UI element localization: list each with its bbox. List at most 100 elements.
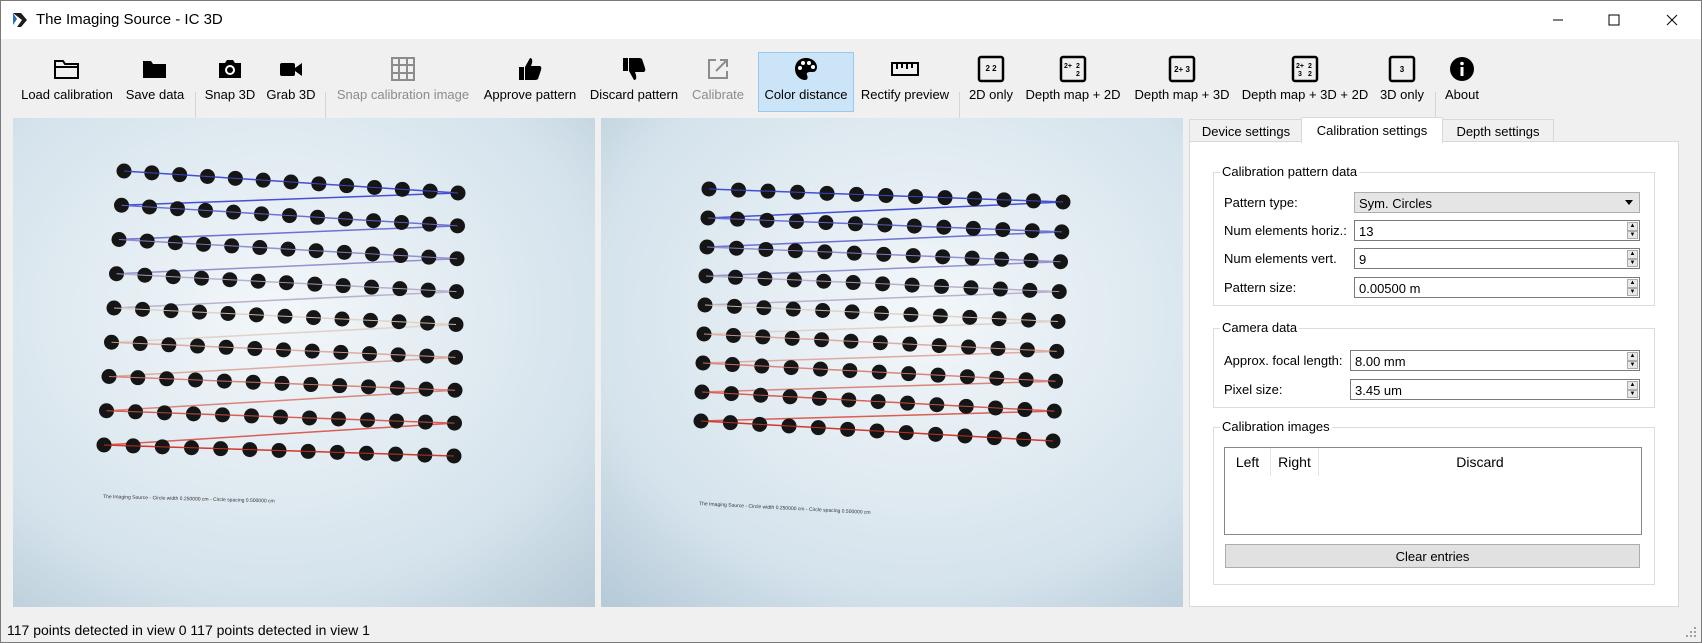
pixel-size-label: Pixel size:	[1224, 382, 1283, 397]
maximize-button[interactable]	[1585, 1, 1643, 39]
discard-pattern-label: Discard pattern	[589, 87, 679, 102]
color-distance-button[interactable]: Color distance	[758, 52, 854, 112]
column-header-left[interactable]: Left	[1225, 448, 1271, 476]
spin-down-icon[interactable]: ▼	[1627, 230, 1638, 239]
spin-down-icon[interactable]: ▼	[1627, 389, 1638, 398]
calibration-pattern-right: The Imaging Source - Circle width 0.2500…	[601, 118, 1183, 607]
save-data-button[interactable]: Save data	[123, 53, 187, 111]
spin-down-icon[interactable]: ▼	[1627, 360, 1638, 369]
column-header-right[interactable]: Right	[1271, 448, 1319, 476]
grab-3d-label: Grab 3D	[266, 87, 316, 102]
vert-elements-input[interactable]: 9 ▲ ▼	[1354, 248, 1640, 269]
color-distance-label: Color distance	[764, 87, 848, 102]
minimize-button[interactable]	[1529, 1, 1587, 39]
focal-length-input[interactable]: 8.00 mm ▲ ▼	[1350, 350, 1640, 371]
pattern-size-input[interactable]: 0.00500 m ▲ ▼	[1354, 277, 1640, 298]
focal-length-label: Approx. focal length:	[1224, 353, 1343, 368]
tab-calibration-settings[interactable]: Calibration settings	[1301, 117, 1443, 143]
spin-up-icon[interactable]: ▲	[1627, 352, 1638, 361]
depth-2d-icon: 2+ 22	[1059, 55, 1087, 83]
main-window: The Imaging Source - IC 3D Load calibrat…	[0, 0, 1702, 643]
spin-down-icon[interactable]: ▼	[1627, 287, 1638, 296]
pattern-size-label: Pattern size:	[1224, 280, 1297, 295]
svg-text:2+: 2+	[1296, 63, 1304, 70]
video-camera-icon	[280, 63, 302, 76]
depth-map-2d-button[interactable]: 2+ 2 2 Depth map + 2D	[1023, 53, 1123, 111]
pattern-type-value: Sym. Circles	[1359, 196, 1432, 211]
svg-text:2+ 3: 2+ 3	[1174, 65, 1190, 74]
vert-elements-label: Num elements vert.	[1224, 251, 1337, 266]
rectify-preview-button[interactable]: Rectify preview	[859, 53, 951, 111]
resize-grip-icon[interactable]	[1685, 626, 1697, 638]
thumbs-down-icon	[623, 58, 646, 80]
focal-length-value: 8.00 mm	[1355, 354, 1406, 369]
status-bar: 117 points detected in view 0 117 points…	[1, 618, 1701, 642]
2d-only-label: 2D only	[968, 87, 1014, 102]
spin-up-icon[interactable]: ▲	[1627, 222, 1638, 231]
depth-map-3d-2d-button[interactable]: 2+ 2 3 2 Depth map + 3D + 2D	[1241, 53, 1369, 111]
camera-view-left[interactable]: The Imaging Source - Circle width 0.2500…	[13, 118, 595, 607]
pattern-type-label: Pattern type:	[1224, 195, 1298, 210]
close-icon	[1666, 14, 1678, 26]
external-link-icon	[708, 59, 728, 79]
save-data-label: Save data	[125, 87, 185, 102]
ruler-icon	[891, 62, 919, 76]
calibration-images-group: Calibration images Left Right Discard Cl…	[1213, 419, 1655, 585]
tab-device-settings[interactable]: Device settings	[1189, 119, 1303, 142]
focal-length-spinner[interactable]: ▲ ▼	[1627, 352, 1638, 369]
approve-pattern-button[interactable]: Approve pattern	[481, 53, 579, 111]
calibrate-button[interactable]: Calibrate	[687, 53, 749, 111]
calibration-images-group-title: Calibration images	[1220, 419, 1332, 434]
pattern-size-spinner[interactable]: ▲ ▼	[1627, 279, 1638, 296]
camera-icon	[219, 60, 241, 78]
horiz-elements-input[interactable]: 13 ▲ ▼	[1354, 220, 1640, 241]
tab-depth-settings[interactable]: Depth settings	[1442, 119, 1554, 142]
depth-map-3d-button[interactable]: 2+ 3 Depth map + 3D	[1131, 53, 1233, 111]
thumbs-up-icon	[519, 58, 542, 80]
palette-icon	[795, 58, 817, 80]
about-button[interactable]: About	[1441, 53, 1483, 111]
snap-calibration-image-label: Snap calibration image	[336, 87, 470, 102]
approve-pattern-label: Approve pattern	[483, 87, 577, 102]
maximize-icon	[1608, 14, 1620, 26]
pattern-type-select[interactable]: Sym. Circles	[1354, 192, 1640, 213]
svg-text:2: 2	[1076, 71, 1080, 78]
tab-device-settings-label: Device settings	[1201, 123, 1291, 139]
svg-text:2: 2	[1308, 63, 1312, 70]
svg-text:3: 3	[1400, 65, 1405, 74]
depth-map-3d-2d-label: Depth map + 3D + 2D	[1241, 87, 1369, 102]
spin-up-icon[interactable]: ▲	[1627, 279, 1638, 288]
horiz-elements-value: 13	[1359, 224, 1374, 239]
minimize-icon	[1553, 19, 1563, 21]
svg-text:2: 2	[1308, 71, 1312, 78]
calibration-pattern-left: The Imaging Source - Circle width 0.2500…	[13, 118, 595, 607]
pixel-size-spinner[interactable]: ▲ ▼	[1627, 381, 1638, 398]
tab-calibration-settings-label: Calibration settings	[1316, 123, 1428, 138]
spin-down-icon[interactable]: ▼	[1627, 258, 1638, 267]
pixel-size-input[interactable]: 3.45 um ▲ ▼	[1350, 379, 1640, 400]
snap-3d-button[interactable]: Snap 3D	[201, 53, 259, 111]
rectify-preview-label: Rectify preview	[860, 87, 950, 102]
pattern-data-group-title: Calibration pattern data	[1220, 164, 1360, 179]
horiz-elements-label: Num elements horiz.:	[1224, 223, 1347, 238]
3d-only-label: 3D only	[1379, 87, 1425, 102]
pattern-data-group: Calibration pattern data Pattern type: S…	[1213, 164, 1655, 306]
folder-icon	[143, 61, 166, 78]
column-header-discard[interactable]: Discard	[1319, 448, 1641, 476]
2d-only-button[interactable]: 2 2 2D only	[965, 53, 1017, 111]
3d-only-button[interactable]: 3 3D only	[1375, 53, 1429, 111]
discard-pattern-button[interactable]: Discard pattern	[587, 53, 681, 111]
spin-up-icon[interactable]: ▲	[1627, 381, 1638, 390]
snap-calibration-image-button[interactable]: Snap calibration image	[333, 53, 473, 111]
close-button[interactable]	[1643, 1, 1701, 39]
horiz-elements-spinner[interactable]: ▲ ▼	[1627, 222, 1638, 239]
calibration-images-table[interactable]: Left Right Discard	[1224, 447, 1642, 535]
camera-data-group-title: Camera data	[1220, 320, 1300, 335]
spin-up-icon[interactable]: ▲	[1627, 250, 1638, 259]
clear-entries-button[interactable]: Clear entries	[1225, 544, 1640, 568]
grab-3d-button[interactable]: Grab 3D	[263, 53, 319, 111]
depth-3d-2d-icon: 2+ 23 2	[1291, 55, 1319, 83]
vert-elements-spinner[interactable]: ▲ ▼	[1627, 250, 1638, 267]
camera-view-right[interactable]: The Imaging Source - Circle width 0.2500…	[601, 118, 1183, 607]
load-calibration-button[interactable]: Load calibration	[19, 53, 115, 111]
